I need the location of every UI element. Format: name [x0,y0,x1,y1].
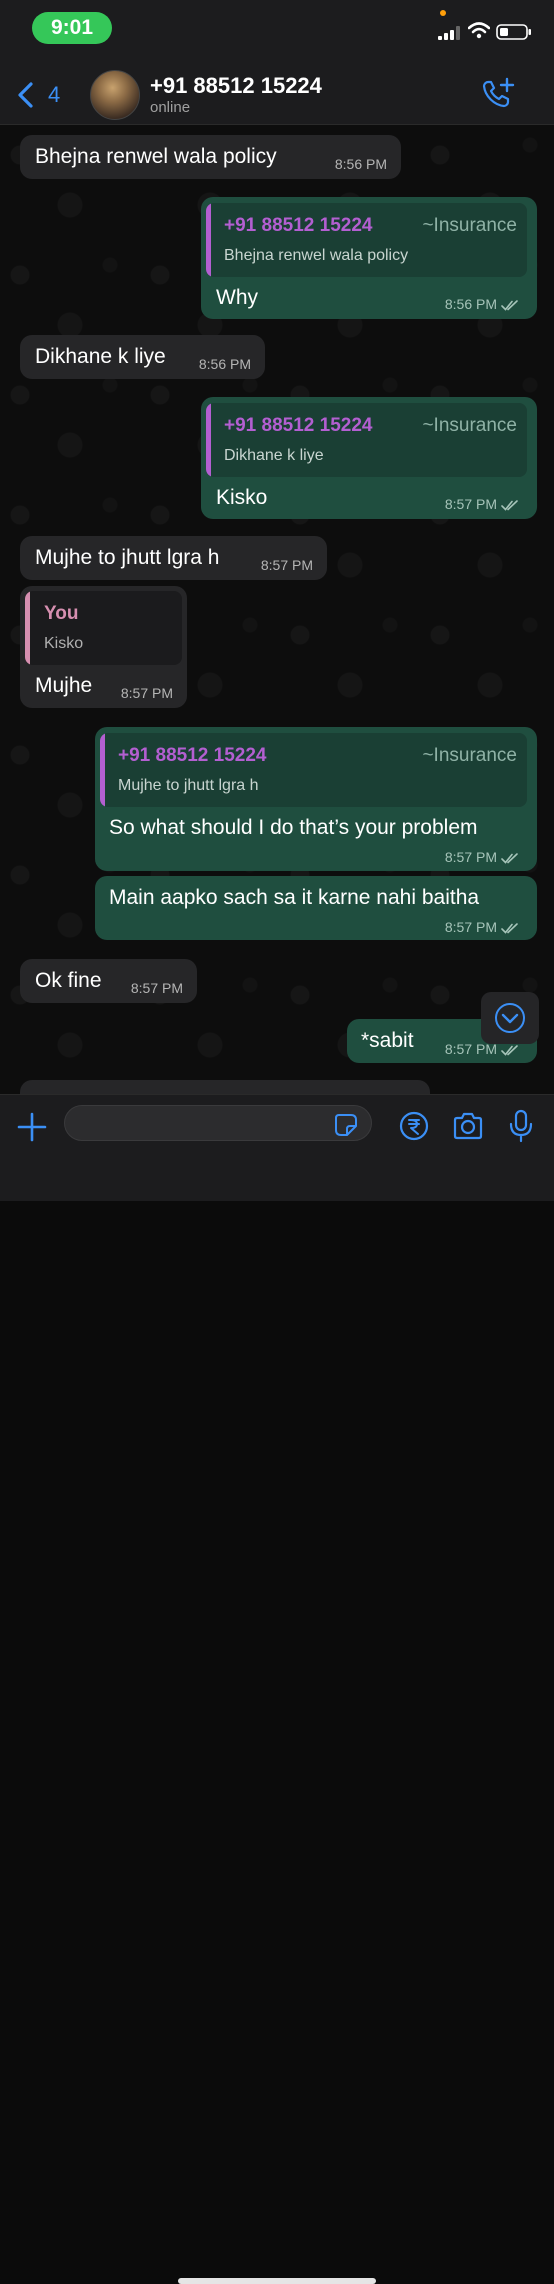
plus-icon[interactable] [16,1111,48,1143]
home-indicator [178,2278,376,2284]
read-check-icon [501,499,518,511]
message-text: *sabit [361,1029,414,1052]
back-chevron-icon[interactable] [16,82,34,108]
quote-group-tag: ~Insurance [422,415,517,436]
message-incoming[interactable]: Mujhe to jhutt lgra h 8:57 PM [20,536,327,580]
message-text: Dikhane k liye [35,345,166,368]
message-incoming[interactable]: You Kisko Mujhe 8:57 PM [20,586,187,708]
quote-group-tag: ~Insurance [422,215,517,236]
message-text: Bhejna renwel wala policy [35,145,277,168]
quoted-message[interactable]: +91 88512 15224 ~Insurance Mujhe to jhut… [100,733,527,807]
quote-bar [206,203,211,277]
message-time-label: 8:57 PM [444,849,497,865]
message-time: 8:56 PM [198,356,251,372]
chat-header: 4 +91 88512 15224 online [0,56,554,125]
quoted-message[interactable]: +91 88512 15224 ~Insurance Bhejna renwel… [206,203,527,277]
message-time: 8:57 PM [120,685,173,701]
chat-messages[interactable]: Bhejna renwel wala policy 8:56 PM +91 88… [0,125,554,1094]
quote-sender: +91 88512 15224 [224,415,373,436]
message-outgoing[interactable]: +91 88512 15224 ~Insurance Dikhane k liy… [201,397,537,519]
cellular-signal-icon [438,26,460,40]
mic-icon[interactable] [508,1109,534,1143]
message-text: Why [216,286,258,309]
message-incoming[interactable]: Dikhane k liye 8:56 PM [20,335,265,379]
message-time-label: 8:57 PM [444,496,497,512]
status-bar: 9:01 [0,0,554,56]
message-time-label: 8:57 PM [444,919,497,935]
wifi-icon [468,22,490,39]
scroll-down-icon [495,1003,525,1033]
message-compose-bar [0,1094,554,2284]
read-check-icon [501,299,518,311]
message-time: 8:57 PM [130,980,183,996]
read-check-icon [501,852,518,864]
quote-sender: You [44,603,79,624]
call-add-icon[interactable] [480,76,516,110]
read-check-icon [501,922,518,934]
recording-dot-icon [440,10,446,16]
quote-text: Dikhane k liye [224,447,324,464]
message-text: Ok fine [35,969,102,992]
message-input[interactable] [64,1105,372,1141]
quote-sender: +91 88512 15224 [224,215,373,236]
status-time: 9:01 [32,12,112,44]
message-outgoing[interactable]: Main aapko sach sa it karne nahi baitha … [95,876,537,940]
message-text: Main aapko sach sa it karne nahi baitha [109,886,480,909]
sticker-icon[interactable] [334,1113,358,1137]
message-text: So what should I do that’s your problem [109,816,478,839]
quote-sender: +91 88512 15224 [118,745,267,766]
message-time: 8:56 PM [445,296,519,312]
quote-bar [206,403,211,477]
quote-text: Mujhe to jhutt lgra h [118,777,259,794]
message-time: 8:57 PM [445,496,519,512]
message-text: Kisko [216,486,268,509]
camera-icon[interactable] [452,1112,484,1140]
avatar[interactable] [90,70,140,120]
quoted-message[interactable]: You Kisko [25,591,182,665]
quote-text: Kisko [44,635,84,652]
message-outgoing[interactable]: +91 88512 15224 ~Insurance Mujhe to jhut… [95,727,537,871]
quote-bar [100,733,105,807]
message-time: 8:56 PM [334,156,387,172]
message-time-label: 8:56 PM [444,296,497,312]
contact-name[interactable]: +91 88512 15224 [150,73,322,99]
message-text: Mujhe to jhutt lgra h [35,546,220,569]
message-time: 8:57 PM [260,557,313,573]
battery-icon [496,24,531,40]
payment-icon[interactable] [398,1110,430,1142]
contact-status: online [150,99,191,116]
message-outgoing[interactable]: +91 88512 15224 ~Insurance Bhejna renwel… [201,197,537,319]
scroll-to-bottom-button[interactable] [481,992,539,1044]
message-text: Mujhe [35,674,93,697]
message-incoming-partial[interactable] [20,1080,430,1094]
quoted-message[interactable]: +91 88512 15224 ~Insurance Dikhane k liy… [206,403,527,477]
message-time: 8:57 PM [445,849,519,865]
message-incoming[interactable]: Ok fine 8:57 PM [20,959,197,1003]
quote-text: Bhejna renwel wala policy [224,247,409,264]
unread-chat-count[interactable]: 4 [48,82,60,108]
message-time: 8:57 PM [445,919,519,935]
quote-group-tag: ~Insurance [422,745,517,766]
read-check-icon [501,1044,518,1056]
message-incoming[interactable]: Bhejna renwel wala policy 8:56 PM [20,135,401,179]
quote-bar [25,591,30,665]
